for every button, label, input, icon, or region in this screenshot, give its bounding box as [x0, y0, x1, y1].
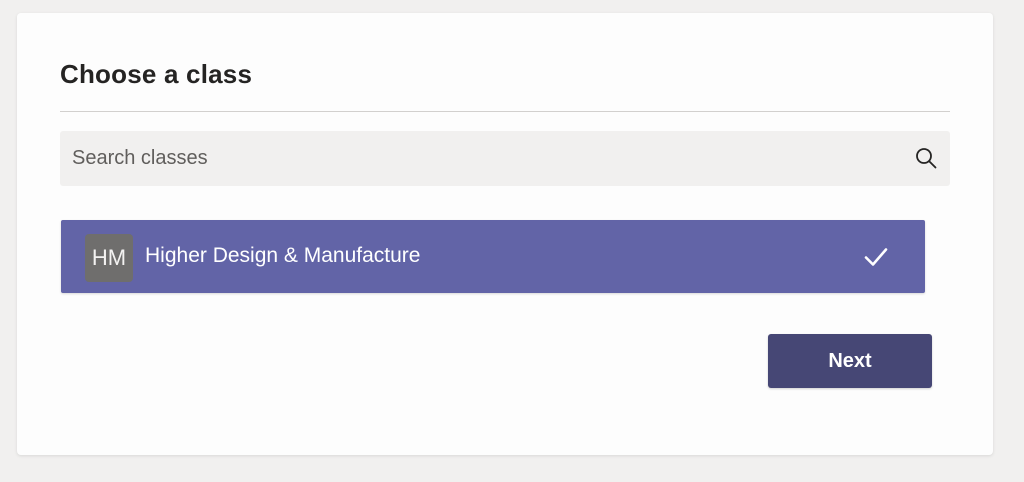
- search-icon[interactable]: [914, 146, 938, 170]
- checkmark-icon: [864, 248, 888, 266]
- search-input[interactable]: [60, 131, 880, 186]
- dialog-title: Choose a class: [60, 59, 253, 89]
- choose-class-dialog: Choose a class HM Higher Design & Manufa…: [17, 13, 993, 455]
- next-button[interactable]: Next: [768, 334, 932, 388]
- class-avatar: HM: [85, 234, 133, 282]
- search-box[interactable]: [60, 131, 950, 186]
- class-item-higher-design-manufacture[interactable]: HM Higher Design & Manufacture: [61, 220, 925, 293]
- class-name: Higher Design & Manufacture: [145, 244, 421, 267]
- title-divider: [60, 111, 950, 112]
